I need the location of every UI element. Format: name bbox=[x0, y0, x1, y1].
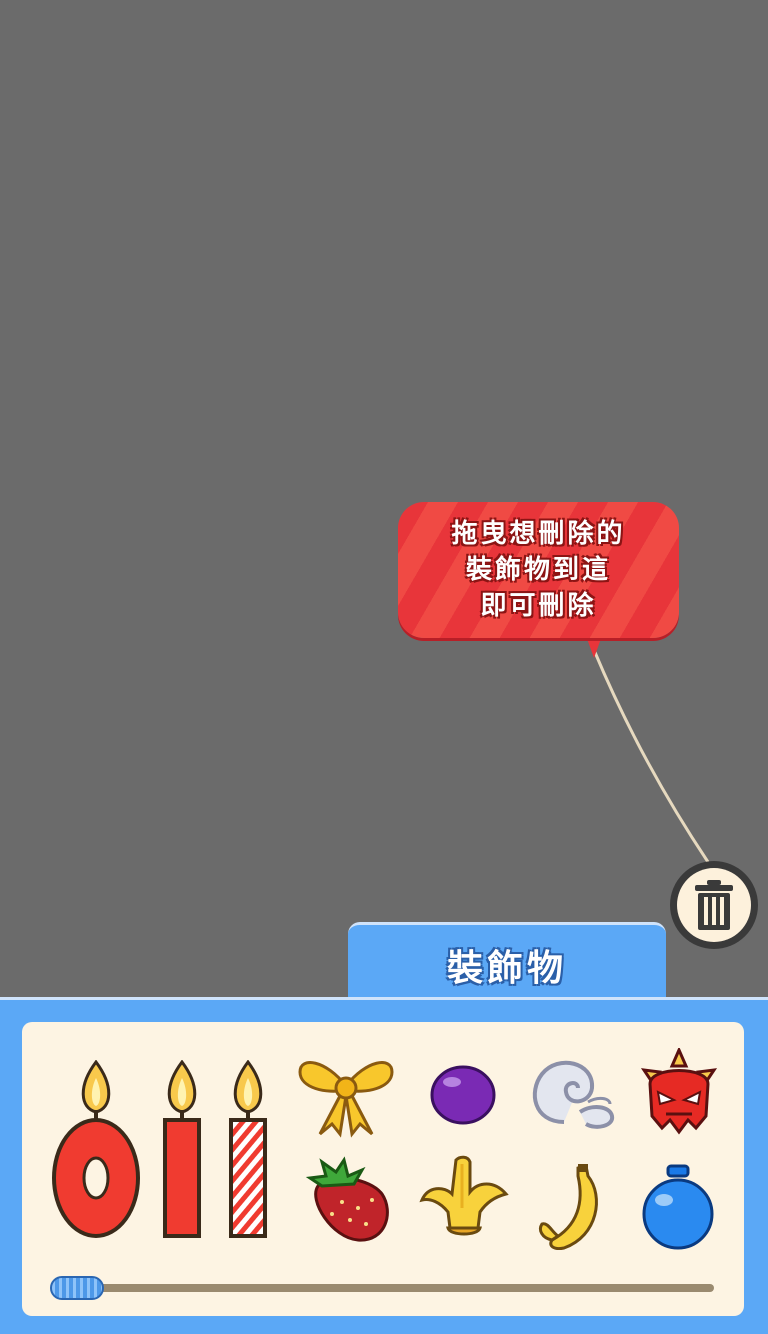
decorations-tray bbox=[22, 1022, 744, 1316]
candle-number-0-icon[interactable] bbox=[50, 1060, 142, 1240]
trash-icon bbox=[695, 880, 733, 930]
hint-line-2: 裝飾物到這 bbox=[465, 555, 611, 585]
silver-swirl-icon[interactable] bbox=[524, 1052, 618, 1134]
purple-grape-icon[interactable] bbox=[428, 1062, 498, 1126]
trash-button[interactable] bbox=[670, 861, 758, 949]
delete-hint-bubble: 拖曳想刪除的 裝飾物到這 即可刪除 bbox=[398, 502, 679, 638]
banana-peel-icon[interactable] bbox=[418, 1152, 510, 1240]
candle-striped-icon[interactable] bbox=[226, 1060, 270, 1240]
scrollbar-thumb[interactable] bbox=[50, 1276, 104, 1300]
yellow-ribbon-bow-icon[interactable] bbox=[296, 1050, 396, 1138]
candle-number-1-icon[interactable] bbox=[160, 1060, 204, 1240]
decorations-panel bbox=[0, 997, 768, 1334]
scrollbar-track[interactable] bbox=[72, 1284, 714, 1292]
tab-decorations-label: 裝飾物 bbox=[446, 948, 567, 989]
blue-balloon-icon[interactable] bbox=[640, 1162, 716, 1254]
hint-line-3: 即可刪除 bbox=[480, 591, 597, 621]
strawberry-icon[interactable] bbox=[302, 1156, 396, 1242]
banana-icon[interactable] bbox=[534, 1162, 606, 1252]
tab-decorations[interactable]: 裝飾物 bbox=[348, 922, 666, 1005]
red-devil-mask-icon[interactable] bbox=[636, 1048, 722, 1138]
hint-line-1: 拖曳想刪除的 bbox=[451, 519, 626, 549]
